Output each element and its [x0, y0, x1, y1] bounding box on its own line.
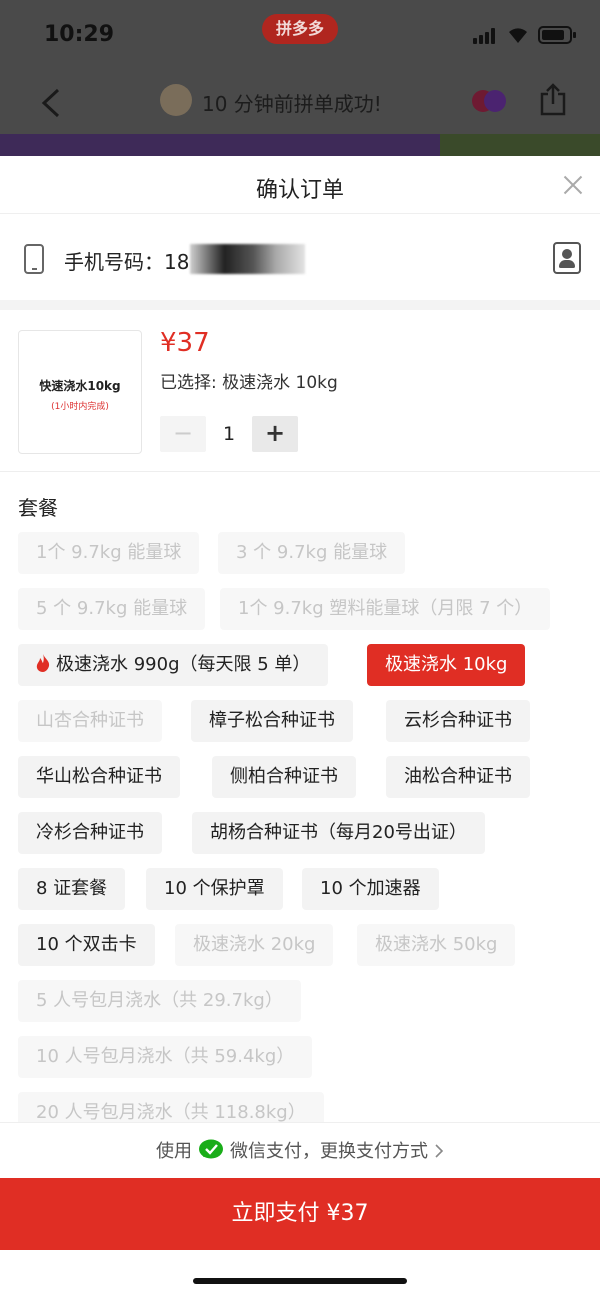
product-image-title: 快速浇水10kg	[39, 379, 121, 393]
background-banner	[0, 134, 600, 156]
product-summary: 快速浇水10kg (1小时内完成) ¥37 已选择: 极速浇水 10kg − 1…	[0, 310, 600, 472]
phone-number-row[interactable]: 手机号码：18	[0, 214, 600, 300]
quantity-minus-button[interactable]: −	[160, 416, 206, 452]
package-option[interactable]: 8 证套餐	[18, 868, 126, 910]
package-option[interactable]: 云杉合种证书	[386, 700, 530, 742]
package-option[interactable]: 1个 9.7kg 能量球	[18, 532, 200, 574]
confirm-order-sheet: 确认订单 手机号码：18 快速浇水10kg (1小时内完成) ¥37 已选择: …	[0, 156, 600, 1298]
package-option[interactable]: 5 人号包月浇水（共 29.7kg）	[18, 980, 301, 1022]
payment-method-row[interactable]: 使用 微信支付，更换支付方式	[0, 1122, 600, 1178]
payment-method-text: 使用 微信支付，更换支付方式	[156, 1137, 444, 1163]
package-option[interactable]: 山杏合种证书	[18, 700, 162, 742]
phone-number-mask	[190, 244, 305, 274]
package-option[interactable]: 3 个 9.7kg 能量球	[218, 532, 406, 574]
package-option[interactable]: 10 人号包月浇水（共 59.4kg）	[18, 1036, 313, 1078]
quantity-plus-button[interactable]: +	[252, 416, 298, 452]
avatar	[160, 84, 192, 116]
group-success-notice: 10 分钟前拼单成功!	[202, 92, 382, 116]
phone-label: 手机号码：18	[64, 250, 190, 274]
package-option[interactable]: 10 个保护罩	[146, 868, 283, 910]
battery-icon	[538, 26, 576, 44]
flame-icon	[36, 654, 50, 672]
package-option[interactable]: 油松合种证书	[386, 756, 530, 798]
product-image-subtitle: (1小时内完成)	[51, 402, 109, 412]
sheet-title: 确认订单	[255, 178, 344, 203]
share-icon[interactable]	[538, 82, 568, 116]
status-time: 10:29	[44, 22, 115, 47]
pay-now-button[interactable]: 立即支付 ¥37	[0, 1178, 600, 1250]
product-image: 快速浇水10kg (1小时内完成)	[18, 330, 142, 454]
signal-icon	[473, 28, 495, 44]
package-option[interactable]: 5 个 9.7kg 能量球	[18, 588, 206, 630]
package-option[interactable]: 冷杉合种证书	[18, 812, 162, 854]
app-badge: 拼多多	[262, 14, 338, 44]
status-bar: 10:29 拼多多	[0, 0, 600, 70]
package-label: 套餐	[18, 496, 58, 520]
package-option[interactable]: 胡杨合种证书（每月20号出证）	[192, 812, 485, 854]
quantity-value: 1	[222, 423, 236, 445]
sheet-header: 确认订单	[0, 156, 600, 214]
background-nav: 10 分钟前拼单成功!	[0, 70, 600, 134]
package-option-hot[interactable]: 极速浇水 990g（每天限 5 单）	[18, 644, 329, 686]
chevron-right-icon	[435, 1144, 444, 1158]
product-price: ¥37	[160, 328, 210, 358]
package-option-selected[interactable]: 极速浇水 10kg	[367, 644, 526, 686]
section-divider	[0, 300, 600, 310]
wechat-pay-icon	[199, 1139, 223, 1159]
package-option[interactable]: 10 个双击卡	[18, 924, 155, 966]
close-icon[interactable]	[563, 175, 583, 195]
package-option[interactable]: 10 个加速器	[302, 868, 439, 910]
package-option[interactable]: 华山松合种证书	[18, 756, 180, 798]
wifi-icon	[509, 28, 527, 43]
package-option[interactable]: 极速浇水 50kg	[357, 924, 516, 966]
package-option[interactable]: 樟子松合种证书	[191, 700, 353, 742]
selected-variant: 已选择: 极速浇水 10kg	[160, 373, 338, 393]
home-indicator	[193, 1278, 407, 1284]
contacts-icon[interactable]	[553, 242, 581, 274]
chat-dots-icon[interactable]	[472, 90, 508, 112]
back-icon[interactable]	[40, 88, 62, 118]
package-option[interactable]: 侧柏合种证书	[212, 756, 356, 798]
phone-icon	[24, 244, 44, 274]
package-option[interactable]: 1个 9.7kg 塑料能量球（月限 7 个）	[220, 588, 551, 630]
package-option[interactable]: 极速浇水 20kg	[175, 924, 334, 966]
